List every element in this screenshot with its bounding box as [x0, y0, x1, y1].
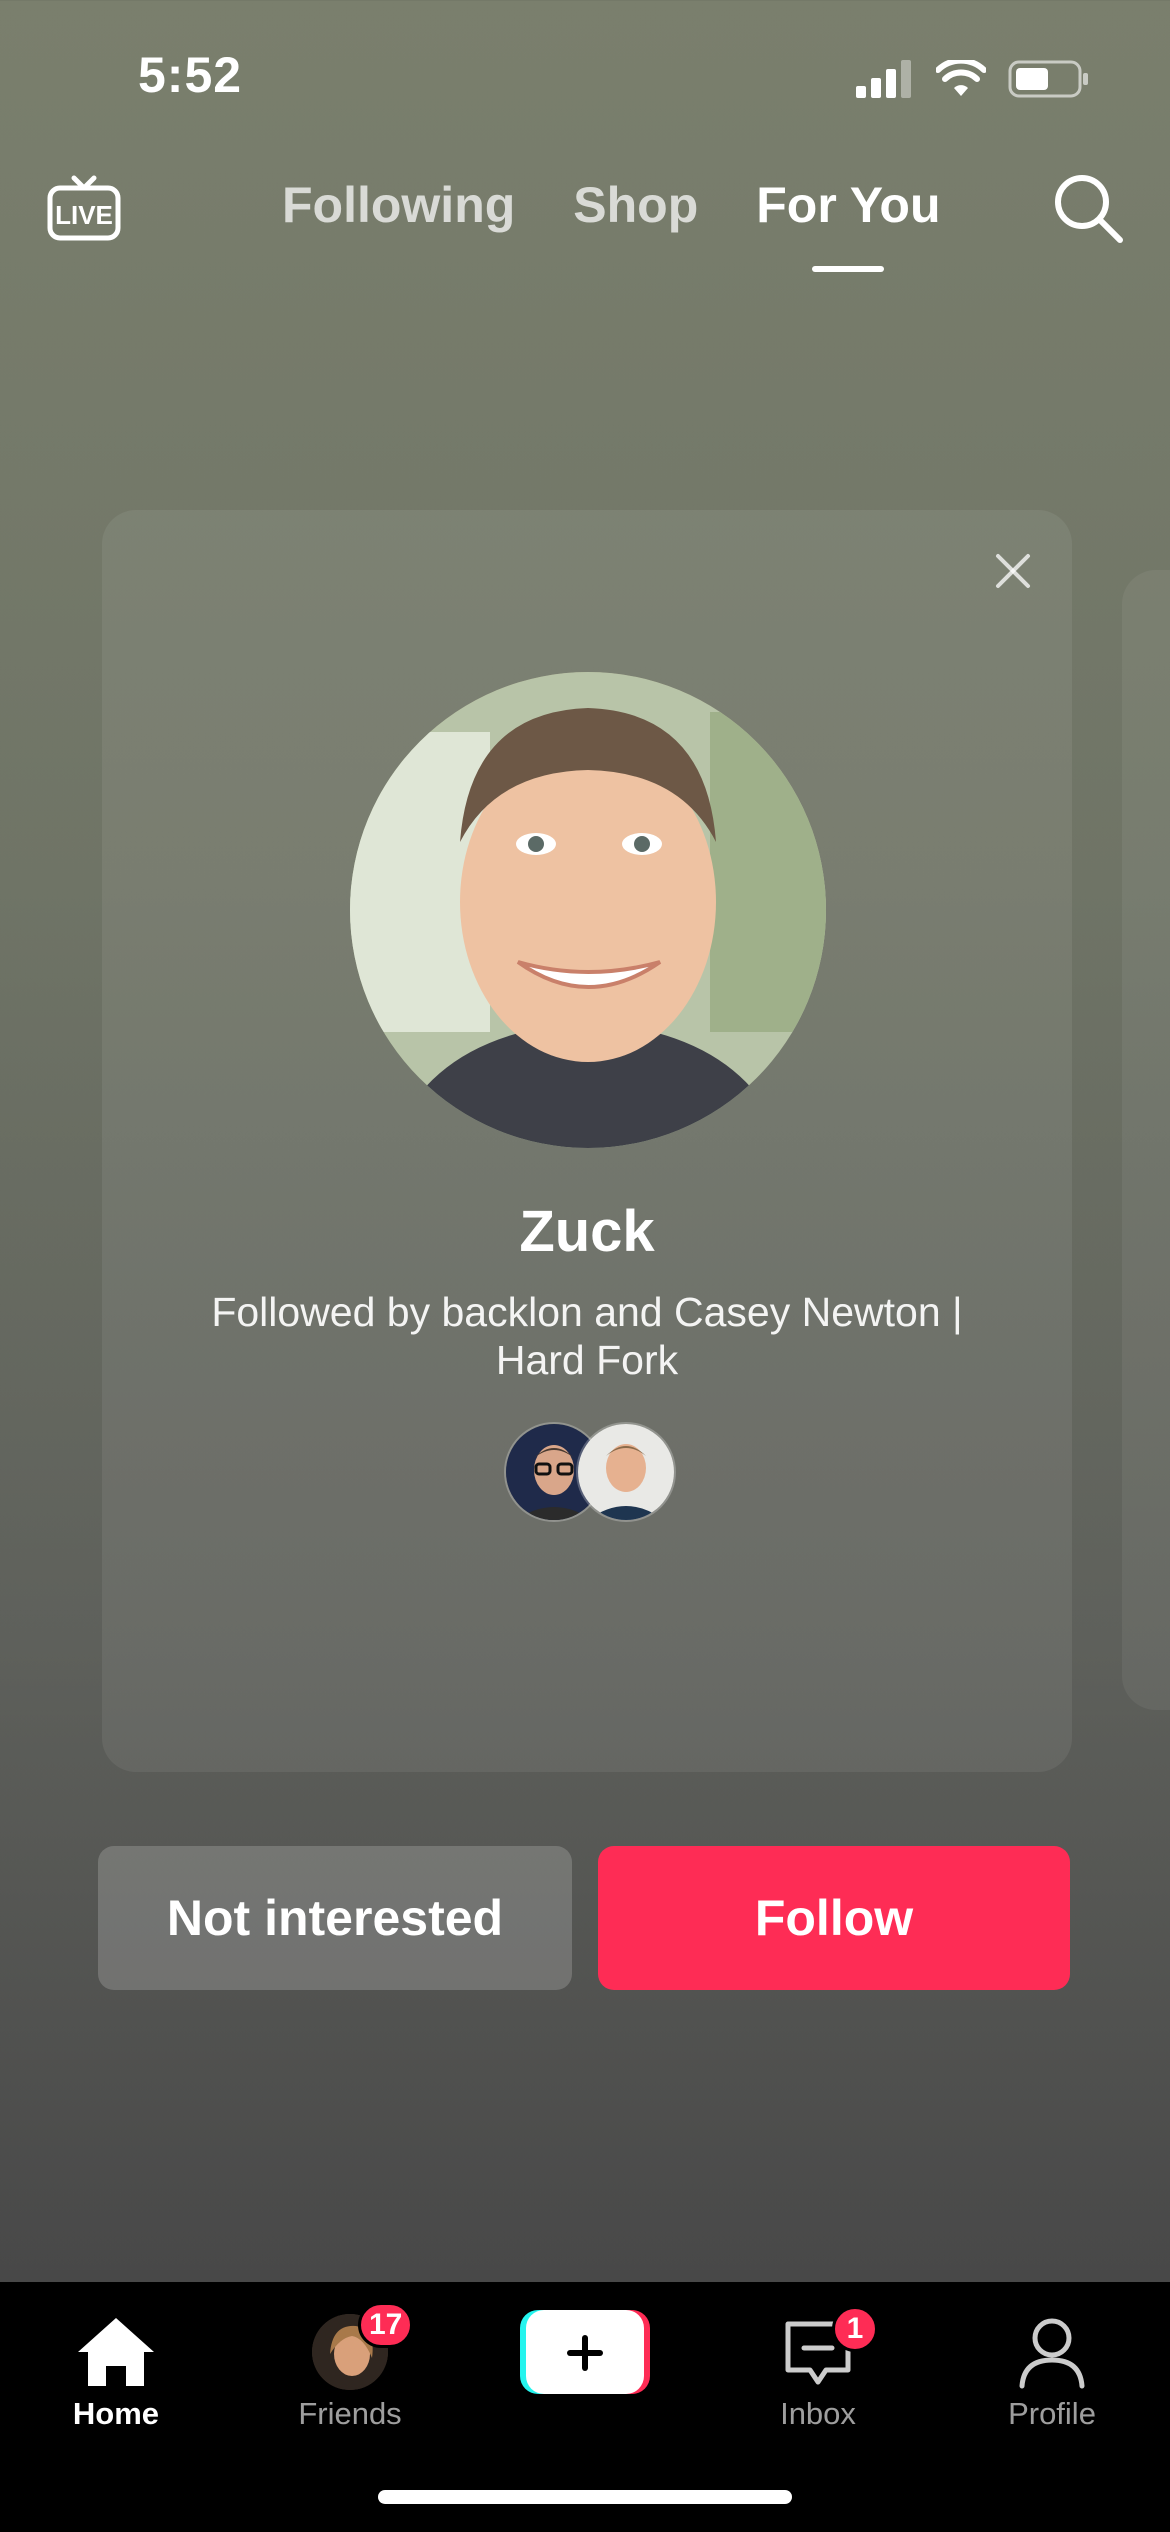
svg-text:LIVE: LIVE [55, 200, 113, 230]
status-time: 5:52 [138, 47, 243, 103]
tab-shop[interactable]: Shop [573, 176, 698, 234]
next-suggestion-card-peek[interactable] [1122, 570, 1170, 1710]
wifi-icon [936, 60, 986, 96]
search-icon[interactable] [1050, 170, 1126, 246]
followed-by-text: Followed by backlon and Casey Newton | H… [211, 1289, 963, 1383]
tab-profile[interactable]: Profile [962, 2300, 1142, 2450]
status-bar: 5:52 [0, 0, 1170, 150]
profile-avatar[interactable] [350, 672, 826, 1148]
live-tv-icon[interactable]: LIVE [44, 168, 124, 248]
feed-tabs: Following Shop For You [282, 176, 941, 234]
tab-friends-label: Friends [298, 2396, 402, 2431]
tab-home-label: Home [72, 2396, 160, 2431]
account-name: Zuck [519, 1199, 655, 1264]
profile-icon [1019, 2318, 1085, 2389]
suggested-account-card: Zuck Followed by backlon and Casey Newto… [102, 510, 1072, 1772]
mutual-follower-avatar [576, 1422, 676, 1522]
status-icons [856, 54, 1090, 104]
top-navigation: LIVE Following Shop For You [0, 160, 1170, 260]
tab-friends[interactable]: 17 Friends [260, 2300, 440, 2450]
not-interested-button[interactable]: Not interested [98, 1846, 572, 1990]
tab-for-you[interactable]: For You [756, 176, 940, 234]
tab-following[interactable]: Following [282, 176, 515, 234]
home-icon [78, 2318, 154, 2386]
friends-badge: 17 [358, 2302, 414, 2348]
follow-button[interactable]: Follow [598, 1846, 1070, 1990]
home-indicator[interactable] [378, 2490, 792, 2504]
close-icon[interactable] [992, 550, 1034, 592]
tab-inbox[interactable]: 1 Inbox [728, 2300, 908, 2450]
cellular-signal-icon [856, 60, 911, 98]
tab-profile-label: Profile [1008, 2396, 1096, 2431]
battery-icon [1008, 60, 1088, 98]
create-plus-icon[interactable] [520, 2310, 650, 2394]
inbox-badge: 1 [832, 2306, 878, 2352]
mutual-followers-avatars [504, 1422, 676, 1522]
tab-home[interactable]: Home [26, 2300, 206, 2450]
tab-inbox-label: Inbox [780, 2396, 856, 2431]
bottom-tab-bar: Home 17 Friends 1 Inbox Profile [0, 2282, 1170, 2532]
avatar-photo [350, 672, 826, 1148]
